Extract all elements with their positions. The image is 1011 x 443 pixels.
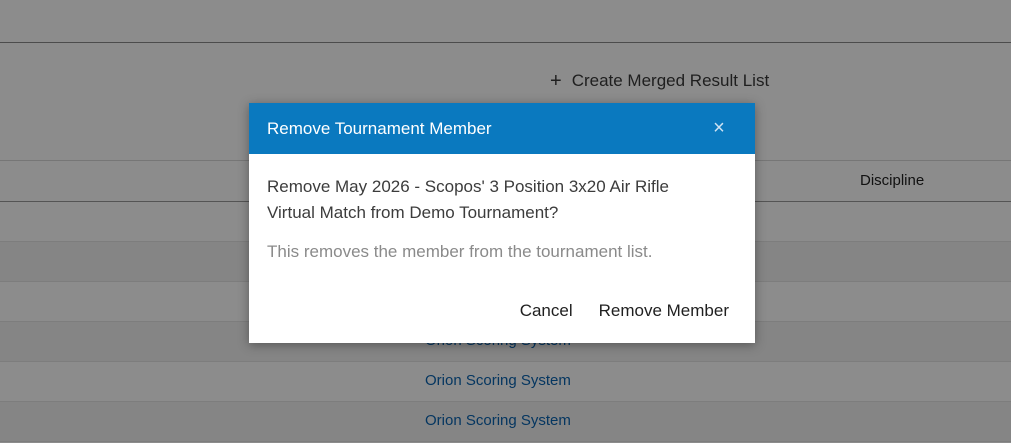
remove-member-button[interactable]: Remove Member: [599, 301, 729, 321]
remove-member-dialog: Remove Tournament Member × Remove May 20…: [249, 103, 755, 343]
close-icon[interactable]: ×: [709, 118, 729, 138]
page: + Create Merged Result List Discipline O…: [0, 0, 1011, 443]
dialog-footer: Cancel Remove Member: [520, 301, 729, 321]
dialog-header: Remove Tournament Member ×: [249, 103, 755, 154]
cancel-button[interactable]: Cancel: [520, 301, 573, 321]
dialog-title: Remove Tournament Member: [267, 118, 492, 138]
dialog-question: Remove May 2026 - Scopos' 3 Position 3x2…: [267, 177, 669, 222]
dialog-note: This removes the member from the tournam…: [267, 242, 653, 261]
dialog-body: Remove May 2026 - Scopos' 3 Position 3x2…: [249, 154, 755, 262]
